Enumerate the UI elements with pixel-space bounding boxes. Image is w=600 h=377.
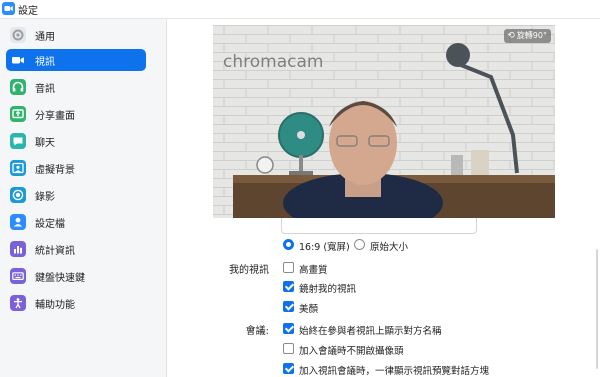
my-video-label: 我的視訊 xyxy=(229,265,269,276)
title-bar: 設定 xyxy=(0,0,600,19)
radio-button[interactable] xyxy=(283,239,294,250)
checkbox[interactable] xyxy=(283,301,294,312)
touch-up-checkbox-row[interactable]: 美顏 xyxy=(283,300,483,315)
camera-select-dropdown[interactable] xyxy=(281,218,477,234)
checkbox-label: 加入視訊會議時，一律顯示視訊預覽對話方塊 xyxy=(299,366,490,377)
sidebar-item-accessibility[interactable]: 輔助功能 xyxy=(6,292,146,314)
always-show-names-checkbox-row[interactable]: 始終在參與者視訊上顯示對方名稱 xyxy=(283,322,583,337)
sidebar-item-recording[interactable]: 錄影 xyxy=(6,184,146,206)
camera-preview-image: chromacam xyxy=(213,25,555,218)
settings-sidebar: 通用 視訊 音訊 分享畫面 聊天 虛擬背景 錄影 設定檔 統計資訊 鍵盤快速鍵 … xyxy=(0,19,167,377)
sidebar-item-label: 錄影 xyxy=(35,192,55,203)
radio-button[interactable] xyxy=(354,239,365,250)
zoom-app-icon xyxy=(2,2,15,15)
meeting-label: 會議: xyxy=(245,326,269,337)
hd-checkbox-row[interactable]: 高畫質 xyxy=(283,261,483,276)
headphones-icon xyxy=(10,79,26,95)
sidebar-item-keyboard-shortcuts[interactable]: 鍵盤快速鍵 xyxy=(6,265,146,287)
rotate-90-button[interactable]: ⟲ 旋轉90° xyxy=(504,29,551,43)
checkbox-label: 高畫質 xyxy=(299,265,328,276)
checkbox[interactable] xyxy=(283,281,294,292)
ratio-original-radio[interactable]: 原始大小 xyxy=(354,238,454,253)
sidebar-item-label: 鍵盤快速鍵 xyxy=(35,273,85,284)
statistics-icon xyxy=(10,241,26,257)
radio-label: 原始大小 xyxy=(370,242,409,253)
sidebar-item-label: 通用 xyxy=(35,32,55,43)
sidebar-item-label: 音訊 xyxy=(35,84,55,95)
video-camera-icon xyxy=(10,52,26,68)
checkbox-label: 鏡射我的視訊 xyxy=(299,284,357,295)
virtual-background-icon xyxy=(10,160,26,176)
keyboard-icon xyxy=(10,268,26,284)
content-scrollbar[interactable] xyxy=(596,249,598,369)
sidebar-item-statistics[interactable]: 統計資訊 xyxy=(6,238,146,260)
accessibility-icon xyxy=(10,295,26,311)
window-title: 設定 xyxy=(18,6,38,17)
checkbox-label: 始終在參與者視訊上顯示對方名稱 xyxy=(299,326,442,337)
sidebar-item-chat[interactable]: 聊天 xyxy=(6,130,146,152)
sidebar-item-label: 分享畫面 xyxy=(35,111,75,122)
mirror-checkbox-row[interactable]: 鏡射我的視訊 xyxy=(283,280,483,295)
sidebar-item-label: 虛擬背景 xyxy=(35,165,75,176)
sidebar-item-label: 設定檔 xyxy=(35,219,65,230)
sidebar-item-video[interactable]: 視訊 xyxy=(6,49,146,71)
sidebar-item-virtual-background[interactable]: 虛擬背景 xyxy=(6,157,146,179)
sidebar-item-general[interactable]: 通用 xyxy=(6,24,146,46)
sidebar-item-label: 聊天 xyxy=(35,138,55,149)
checkbox-label: 加入會議時不開啟攝像頭 xyxy=(299,346,404,357)
checkbox[interactable] xyxy=(283,343,294,354)
sidebar-item-label: 輔助功能 xyxy=(35,300,75,311)
share-screen-icon xyxy=(10,106,26,122)
rotate-label: 旋轉90° xyxy=(516,31,547,40)
video-settings-panel: chromacam ⟲ 旋轉90° 16:9 (寬屏) 原始大小 我的視訊 高畫質… xyxy=(167,19,600,377)
sidebar-item-label: 統計資訊 xyxy=(35,246,75,257)
profile-icon xyxy=(10,214,26,230)
turn-off-video-checkbox-row[interactable]: 加入會議時不開啟攝像頭 xyxy=(283,342,583,357)
sidebar-item-profile[interactable]: 設定檔 xyxy=(6,211,146,233)
preview-watermark: chromacam xyxy=(223,52,323,72)
checkbox[interactable] xyxy=(283,363,294,374)
camera-preview: chromacam ⟲ 旋轉90° xyxy=(213,25,555,218)
show-preview-checkbox-row[interactable]: 加入視訊會議時，一律顯示視訊預覽對話方塊 xyxy=(283,362,593,377)
sidebar-item-audio[interactable]: 音訊 xyxy=(6,76,146,98)
rotate-icon: ⟲ xyxy=(507,31,515,41)
radio-label: 16:9 (寬屏) xyxy=(299,242,350,253)
gear-icon xyxy=(10,27,26,43)
checkbox[interactable] xyxy=(283,323,294,334)
checkbox[interactable] xyxy=(283,262,294,273)
sidebar-item-label: 視訊 xyxy=(35,57,55,68)
chat-icon xyxy=(10,133,26,149)
record-icon xyxy=(10,187,26,203)
sidebar-item-share-screen[interactable]: 分享畫面 xyxy=(6,103,146,125)
checkbox-label: 美顏 xyxy=(299,304,319,315)
